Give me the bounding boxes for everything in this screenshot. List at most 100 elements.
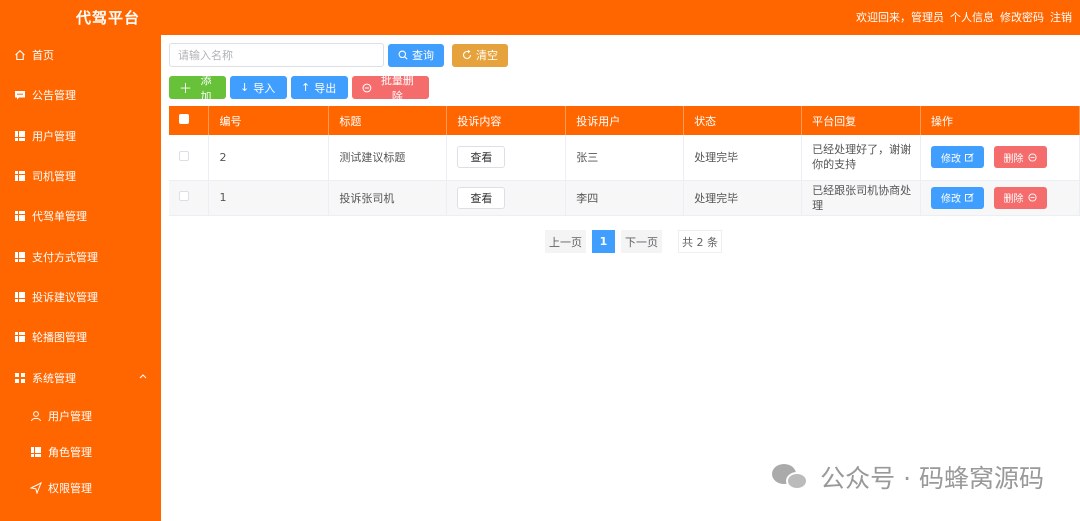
sidebar-subitem-users[interactable]: 用户管理 <box>0 398 161 434</box>
home-icon <box>14 49 26 61</box>
cell-id: 2 <box>208 135 330 181</box>
view-button[interactable]: 查看 <box>457 186 506 209</box>
menu-icon <box>14 372 26 384</box>
cell-content: 查看 <box>446 135 567 181</box>
sidebar-subitem-permissions[interactable]: 权限管理 <box>0 470 161 506</box>
column-header: 状态 <box>683 106 803 135</box>
action-toolbar: ＋ 添加 ↓ 导入 ↑ 导出 批量删除 <box>169 74 429 103</box>
complaints-table: 编号 标题 投诉内容 投诉用户 状态 平台回复 操作 2 测试建议标题 查看 张… <box>169 106 1080 216</box>
change-password-link[interactable]: 修改密码 <box>1000 9 1044 25</box>
query-button-label: 查询 <box>412 49 434 62</box>
sidebar-item-orders[interactable]: 代驾单管理 <box>0 196 161 236</box>
sidebar-subitem-roles[interactable]: 角色管理 <box>0 434 161 470</box>
sidebar-item-complaints[interactable]: 投诉建议管理 <box>0 277 161 317</box>
sidebar-item-label: 公告管理 <box>32 89 76 103</box>
clear-button-label: 清空 <box>476 49 498 62</box>
total-count: 共 2 条 <box>678 230 722 253</box>
grid-icon <box>14 130 26 142</box>
watermark-text: 公众号 · 码蜂窝源码 <box>820 464 1044 493</box>
arrow-down-icon: ↓ <box>240 81 250 94</box>
batch-delete-button[interactable]: 批量删除 <box>352 74 429 103</box>
sidebar-item-users[interactable]: 用户管理 <box>0 116 161 156</box>
send-icon <box>30 481 42 494</box>
search-input[interactable] <box>169 43 384 67</box>
sidebar-item-label: 投诉建议管理 <box>32 290 98 304</box>
sidebar-item-label: 代驾单管理 <box>32 210 87 224</box>
logout-link[interactable]: 注销 <box>1050 9 1072 25</box>
delete-button-label: 删除 <box>1003 153 1024 165</box>
prev-page-button[interactable]: 上一页 <box>545 230 586 253</box>
search-bar: 查询 清空 <box>169 43 508 67</box>
sidebar-item-notice[interactable]: 公告管理 <box>0 75 161 115</box>
row-select-cell <box>169 135 210 181</box>
grid-icon <box>14 251 26 263</box>
sidebar-item-carousel[interactable]: 轮播图管理 <box>0 317 161 357</box>
sidebar-item-system[interactable]: 系统管理 <box>0 357 161 397</box>
view-button[interactable]: 查看 <box>457 146 506 169</box>
sidebar-item-drivers[interactable]: 司机管理 <box>0 156 161 196</box>
select-all-checkbox[interactable] <box>179 114 189 124</box>
cell-title: 投诉张司机 <box>328 180 448 216</box>
sidebar-item-label: 权限管理 <box>48 481 92 495</box>
sidebar-item-label: 用户管理 <box>48 409 92 423</box>
import-button[interactable]: ↓ 导入 <box>230 76 287 99</box>
add-button-label: 添加 <box>200 73 212 103</box>
page-number[interactable]: 1 <box>592 230 615 253</box>
column-header: 标题 <box>328 106 448 135</box>
plus-icon: ＋ <box>179 82 193 97</box>
table-header-row: 编号 标题 投诉内容 投诉用户 状态 平台回复 操作 <box>169 106 1080 135</box>
search-icon <box>398 50 408 60</box>
sidebar-item-label: 系统管理 <box>32 371 76 385</box>
cell-id: 1 <box>208 180 330 216</box>
next-page-button[interactable]: 下一页 <box>621 230 662 253</box>
clear-button[interactable]: 清空 <box>452 43 508 67</box>
sidebar-item-label: 角色管理 <box>48 445 92 459</box>
column-header: 投诉用户 <box>565 106 685 135</box>
sidebar-item-label: 司机管理 <box>32 170 76 184</box>
batch-delete-label: 批量删除 <box>380 73 414 103</box>
sidebar-item-payment[interactable]: 支付方式管理 <box>0 236 161 276</box>
sidebar-item-label: 支付方式管理 <box>32 250 98 264</box>
sidebar-item-label: 首页 <box>32 49 54 63</box>
message-icon <box>14 89 26 101</box>
main-content: 查询 清空 ＋ 添加 ↓ 导入 ↑ 导出 批量删除 <box>161 35 1080 521</box>
add-button[interactable]: ＋ 添加 <box>169 74 226 103</box>
edit-icon <box>965 152 974 162</box>
column-header: 投诉内容 <box>446 106 567 135</box>
delete-button[interactable]: 删除 <box>993 186 1047 209</box>
edit-button[interactable]: 修改 <box>931 186 985 209</box>
user-icon <box>30 410 42 422</box>
export-button-label: 导出 <box>314 81 337 95</box>
row-select-cell <box>169 180 210 216</box>
table-row: 1 投诉张司机 查看 李四 处理完毕 已经跟张司机协商处理 修改 删除 <box>169 180 1080 216</box>
welcome-text: 欢迎回来，管理员 <box>856 11 944 24</box>
row-checkbox[interactable] <box>179 150 189 161</box>
sidebar-item-label: 用户管理 <box>32 129 76 143</box>
grid-icon <box>30 446 42 458</box>
table-row: 2 测试建议标题 查看 张三 处理完毕 已经处理好了，谢谢你的支持 修改 删除 <box>169 135 1080 181</box>
edit-button-label: 修改 <box>941 153 962 165</box>
grid-icon <box>14 210 26 222</box>
delete-button[interactable]: 删除 <box>993 146 1047 169</box>
cell-title: 测试建议标题 <box>328 135 448 181</box>
column-header: 操作 <box>920 106 1080 135</box>
cell-reply: 已经跟张司机协商处理 <box>801 180 922 216</box>
edit-button-label: 修改 <box>941 194 962 205</box>
import-button-label: 导入 <box>253 81 276 95</box>
row-checkbox[interactable] <box>179 191 189 201</box>
remove-circle-icon <box>1027 193 1037 202</box>
select-all-cell <box>169 106 210 135</box>
grid-icon <box>14 170 26 182</box>
cell-actions: 修改 删除 <box>920 135 1080 181</box>
grid-icon <box>14 331 26 343</box>
sidebar: 首页 公告管理 用户管理 司机管理 代驾单管理 支付方式管理 投诉建议管理 轮播… <box>0 35 161 521</box>
remove-circle-icon <box>1027 153 1037 162</box>
sidebar-item-home[interactable]: 首页 <box>0 35 161 75</box>
profile-link[interactable]: 个人信息 <box>950 9 994 25</box>
query-button[interactable]: 查询 <box>388 43 444 67</box>
edit-button[interactable]: 修改 <box>931 146 985 169</box>
export-button[interactable]: ↑ 导出 <box>291 76 348 99</box>
cell-reply: 已经处理好了，谢谢你的支持 <box>801 135 922 181</box>
column-header: 编号 <box>208 106 330 135</box>
watermark: 公众号 · 码蜂窝源码 <box>772 459 1044 495</box>
